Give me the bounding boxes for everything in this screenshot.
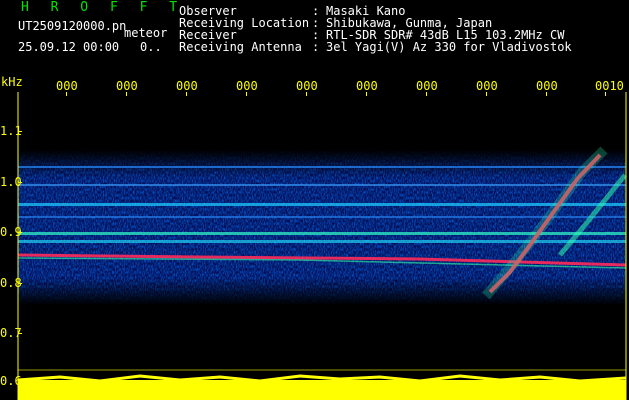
x-tick-label: 000: [116, 79, 138, 93]
carrier-line-3: [18, 203, 626, 206]
x-tick-label: 000: [176, 79, 198, 93]
spectrogram: [17, 92, 627, 400]
x-tick-mark: [546, 92, 547, 96]
x-tick-label: 000: [416, 79, 438, 93]
y-tick-mark: [18, 182, 22, 183]
x-tick-label: 000: [56, 79, 78, 93]
x-tick-mark: [366, 92, 367, 96]
y-unit-label: kHz: [1, 75, 23, 89]
noise-floor: [18, 380, 626, 400]
x-tick-label: 000: [236, 79, 258, 93]
y-tick-mark: [18, 381, 22, 382]
x-tick-label: 0010: [595, 79, 624, 93]
carrier-line-2: [18, 184, 626, 186]
x-tick-label: 000: [536, 79, 558, 93]
x-tick-mark: [605, 92, 606, 96]
brand-title: H R O F F T: [21, 0, 185, 15]
type-label: meteor: [124, 26, 168, 40]
carrier-line-1: [18, 166, 626, 168]
y-tick-mark: [18, 283, 22, 284]
x-tick-mark: [66, 92, 67, 96]
counter: 0..: [140, 40, 162, 54]
x-tick-label: 000: [356, 79, 378, 93]
date-time: 25.09.12 00:00: [18, 40, 120, 54]
x-tick-label: 000: [296, 79, 318, 93]
x-tick-mark: [186, 92, 187, 96]
x-tick-label: 000: [476, 79, 498, 93]
x-tick-mark: [306, 92, 307, 96]
y-tick-mark: [18, 333, 22, 334]
carrier-line-4: [18, 216, 626, 218]
y-tick-mark: [18, 232, 22, 233]
y-tick-mark: [18, 131, 22, 132]
x-tick-mark: [486, 92, 487, 96]
x-tick-mark: [246, 92, 247, 96]
file-name: UT2509120000.pn: [18, 19, 127, 33]
band-fade: [18, 150, 626, 305]
info-value-antenna: 3el Yagi(V) Az 330 for Vladivostok: [326, 40, 572, 54]
x-tick-mark: [426, 92, 427, 96]
info-key-antenna: Receiving Antenna: [179, 40, 302, 54]
x-tick-mark: [126, 92, 127, 96]
info-sep: :: [312, 40, 320, 54]
